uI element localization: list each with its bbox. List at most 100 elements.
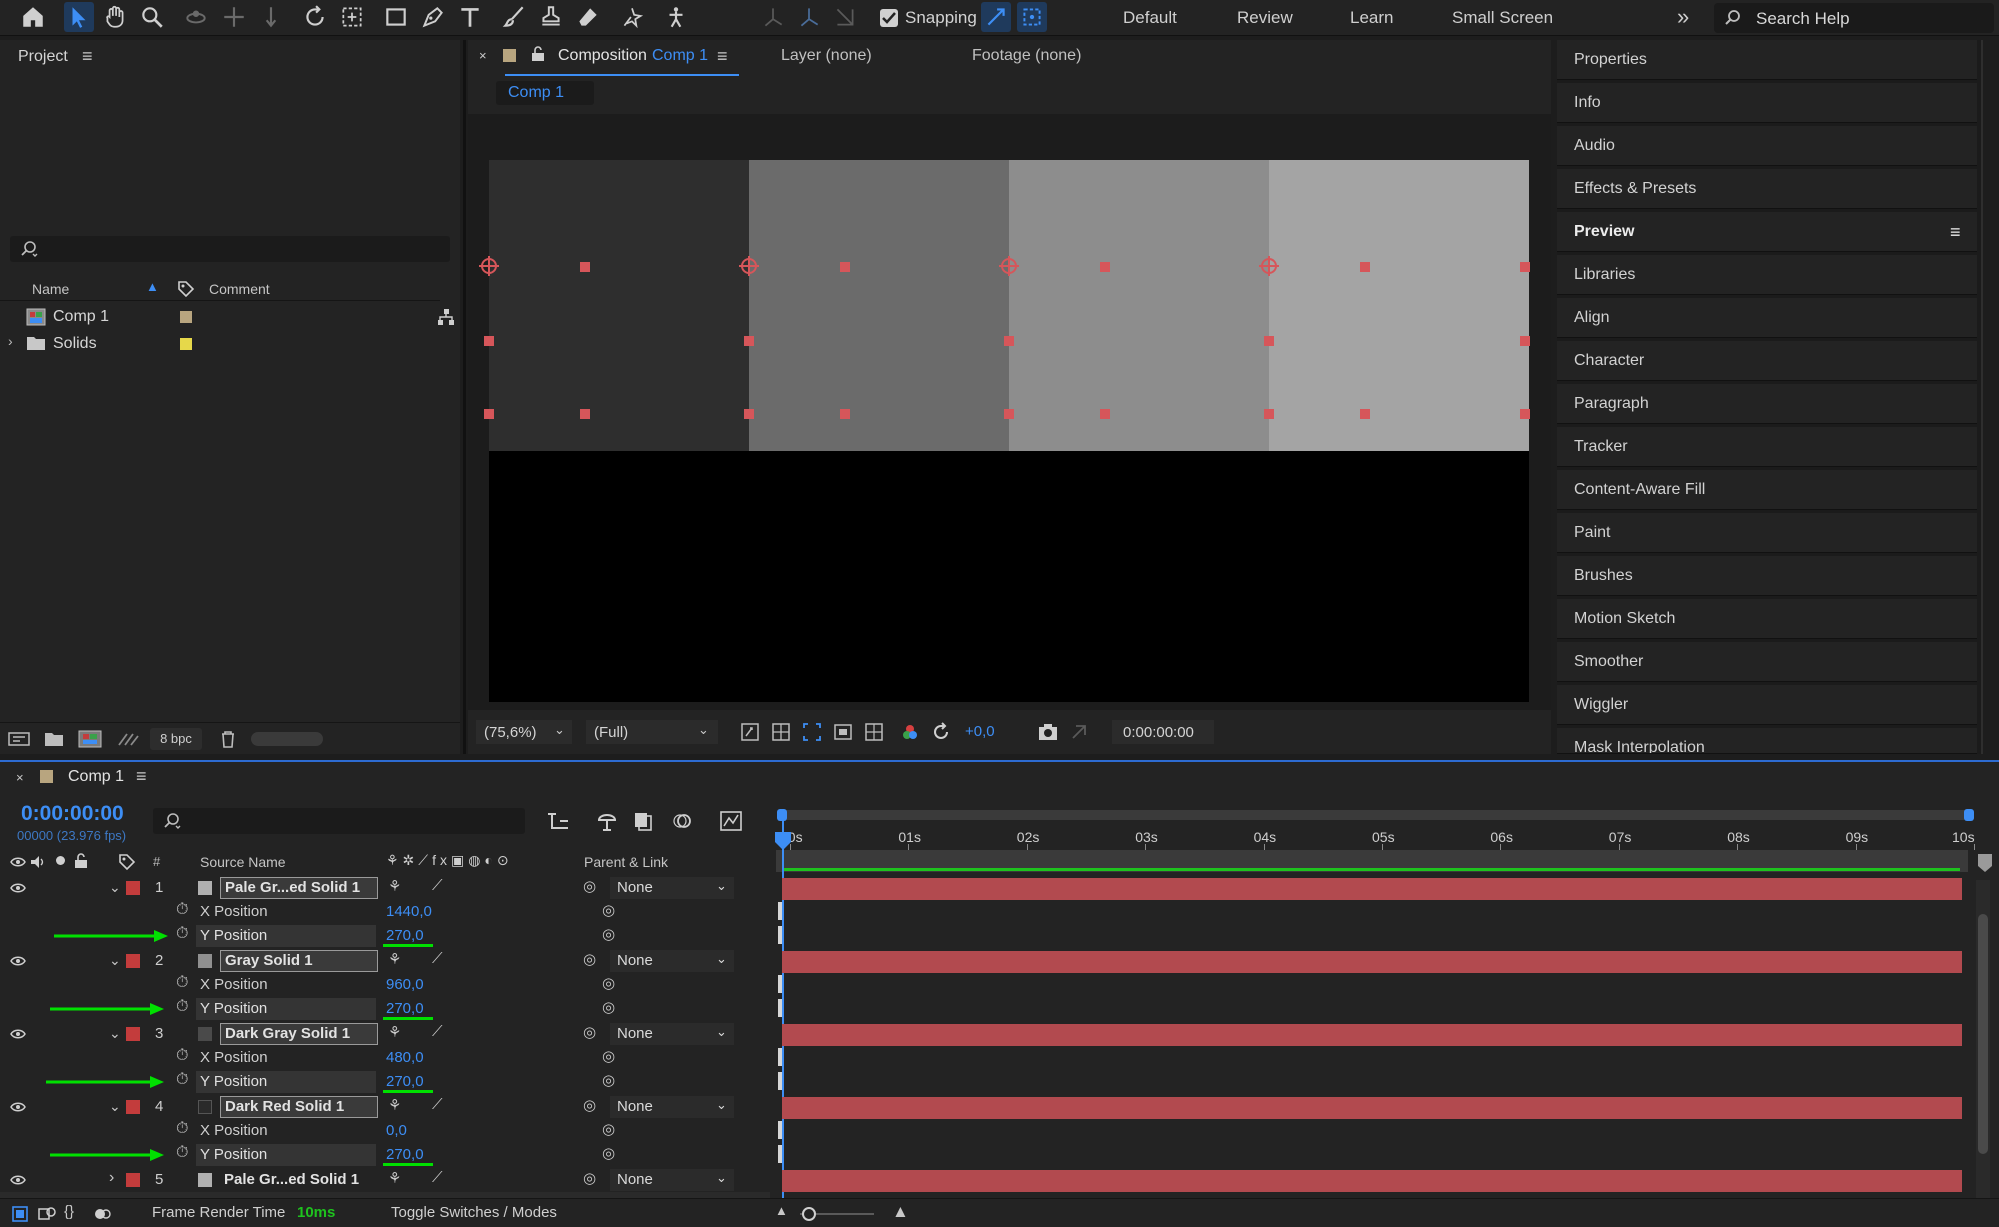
label-color-swatch[interactable] xyxy=(126,954,140,968)
time-navigator[interactable] xyxy=(777,809,1974,821)
comment-column-header[interactable]: Comment xyxy=(209,281,270,297)
layer-row[interactable]: ⌄ 1 Pale Gr...ed Solid 1 ⚘ ⟋ ◎ None ⌄ xyxy=(0,876,770,900)
stopwatch-icon[interactable]: ⏱ xyxy=(176,1120,188,1138)
zoom-out-icon[interactable]: ▲ xyxy=(775,1203,788,1218)
expand-arrow-icon[interactable]: › xyxy=(109,1169,114,1187)
draft-3d-icon[interactable] xyxy=(596,810,618,832)
quality-switch-icon[interactable]: ⟋ xyxy=(432,1169,443,1186)
layer-switches-toggle-icon[interactable] xyxy=(12,1206,28,1222)
quality-switch-icon[interactable]: ⟋ xyxy=(432,877,443,894)
y-position-value[interactable]: 270,0 xyxy=(386,1000,424,1017)
zoom-in-icon[interactable]: ▲ xyxy=(892,1202,909,1222)
expression-pick-whip-icon[interactable]: ◎ xyxy=(602,1047,615,1065)
layer-duration-bar[interactable] xyxy=(782,1097,1962,1119)
keyframe-marker[interactable] xyxy=(778,1121,782,1139)
color-channels-icon[interactable] xyxy=(900,722,920,742)
project-settings-icon[interactable] xyxy=(116,730,140,748)
panel-paragraph[interactable]: Paragraph xyxy=(1557,384,1977,424)
parent-dropdown[interactable]: None ⌄ xyxy=(610,877,734,899)
keyframe-marker[interactable] xyxy=(778,902,782,920)
stopwatch-icon[interactable]: ⏱ xyxy=(176,1144,188,1162)
hand-tool-icon[interactable] xyxy=(100,2,130,32)
magnification-dropdown[interactable]: (75,6%) ⌄ xyxy=(476,720,572,744)
timeline-search-input[interactable] xyxy=(153,808,525,834)
composition-viewer[interactable] xyxy=(468,114,1551,710)
chevron-down-icon[interactable]: ⌄ xyxy=(109,1025,121,1042)
label-color-swatch[interactable] xyxy=(126,1027,140,1041)
expression-pick-whip-icon[interactable]: ◎ xyxy=(602,1071,615,1089)
video-eye-icon[interactable] xyxy=(10,881,26,895)
property-row-x-position[interactable]: ⏱ X Position 960,0 ◎ xyxy=(0,973,770,997)
label-color-swatch[interactable] xyxy=(126,1173,140,1187)
quality-switch-icon[interactable]: ⟋ xyxy=(432,1023,443,1040)
label-color-swatch[interactable] xyxy=(126,1100,140,1114)
shy-switch-icon[interactable]: ⚘ xyxy=(388,1023,401,1041)
keyframe-marker[interactable] xyxy=(778,1048,782,1066)
expression-pick-whip-icon[interactable]: ◎ xyxy=(602,974,615,992)
pick-whip-icon[interactable]: ◎ xyxy=(583,877,596,895)
chevron-down-icon[interactable]: ⌄ xyxy=(109,1098,121,1115)
panel-align[interactable]: Align xyxy=(1557,298,1977,338)
close-tab-icon[interactable]: × xyxy=(479,48,487,63)
property-row-y-position[interactable]: ⏱ Y Position 270,0 ◎ xyxy=(0,1070,770,1094)
layer-name[interactable]: Dark Gray Solid 1 xyxy=(220,1023,378,1045)
time-graph[interactable]: 00s 01s 02s 03s 04s 05s 06s 07s 08s 09s 10s xyxy=(772,802,1975,1198)
label-tag-icon[interactable] xyxy=(118,853,136,871)
stopwatch-icon[interactable]: ⏱ xyxy=(176,1047,188,1065)
reset-exposure-icon[interactable] xyxy=(931,722,951,742)
close-tab-icon[interactable]: × xyxy=(16,770,24,785)
resolution-dropdown[interactable]: (Full) ⌄ xyxy=(586,720,718,744)
property-row-x-position[interactable]: ⏱ X Position 480,0 ◎ xyxy=(0,1046,770,1070)
panel-paint[interactable]: Paint xyxy=(1557,513,1977,553)
composition-mini-flowchart-icon[interactable] xyxy=(546,810,570,832)
shy-switch-icon[interactable]: ⚘ xyxy=(388,1096,401,1114)
stopwatch-icon[interactable]: ⏱ xyxy=(176,901,188,919)
type-tool-icon[interactable] xyxy=(455,2,485,32)
stopwatch-icon[interactable]: ⏱ xyxy=(176,925,188,943)
home-icon[interactable] xyxy=(18,2,48,32)
property-row-x-position[interactable]: ⏱ X Position 0,0 ◎ xyxy=(0,1119,770,1143)
layer-row[interactable]: ⌄ 2 Gray Solid 1 ⚘ ⟋ ◎ None ⌄ xyxy=(0,949,770,973)
timeline-scrollbar[interactable] xyxy=(1976,880,1990,1198)
lock-icon[interactable] xyxy=(531,46,545,62)
panel-audio[interactable]: Audio xyxy=(1557,126,1977,166)
current-time-display[interactable]: 0:00:00:00 xyxy=(1112,720,1214,744)
in-out-stretch-icon[interactable]: {} xyxy=(64,1203,74,1220)
pick-whip-icon[interactable]: ◎ xyxy=(583,1096,596,1114)
property-row-y-position[interactable]: ⏱ Y Position 270,0 ◎ xyxy=(0,997,770,1021)
label-color-swatch[interactable] xyxy=(180,338,192,350)
audio-speaker-icon[interactable] xyxy=(30,855,46,869)
parent-dropdown[interactable]: None ⌄ xyxy=(610,950,734,972)
expression-pick-whip-icon[interactable]: ◎ xyxy=(602,925,615,943)
x-position-value[interactable]: 0,0 xyxy=(386,1122,407,1139)
panel-tracker[interactable]: Tracker xyxy=(1557,427,1977,467)
panel-libraries[interactable]: Libraries xyxy=(1557,255,1977,295)
expand-arrow-icon[interactable]: › xyxy=(8,333,13,349)
transparency-grid-icon[interactable] xyxy=(771,722,791,742)
keyframe-marker[interactable] xyxy=(778,1145,782,1163)
pick-whip-icon[interactable]: ◎ xyxy=(583,1023,596,1041)
axis-world-icon[interactable] xyxy=(794,2,824,32)
frame-blending-icon[interactable] xyxy=(632,810,654,832)
property-row-y-position[interactable]: ⏱ Y Position 270,0 ◎ xyxy=(0,1143,770,1167)
panel-mask-interpolation[interactable]: Mask Interpolation xyxy=(1557,728,1977,754)
panel-wiggler[interactable]: Wiggler xyxy=(1557,685,1977,725)
composition-navigator-tab[interactable]: Comp 1 xyxy=(496,81,594,105)
panel-character[interactable]: Character xyxy=(1557,341,1977,381)
label-color-swatch[interactable] xyxy=(126,881,140,895)
fast-previews-icon[interactable] xyxy=(740,722,760,742)
brush-tool-icon[interactable] xyxy=(499,2,529,32)
mask-visibility-icon[interactable] xyxy=(833,722,853,742)
current-time-indicator[interactable] xyxy=(782,816,784,1198)
video-eye-icon[interactable] xyxy=(10,954,26,968)
timeline-current-time[interactable]: 0:00:00:00 xyxy=(21,802,124,826)
region-of-interest-icon[interactable] xyxy=(802,722,822,742)
y-position-value[interactable]: 270,0 xyxy=(386,927,424,944)
stopwatch-icon[interactable]: ⏱ xyxy=(176,998,188,1016)
name-column-header[interactable]: Name xyxy=(32,281,69,297)
snap-features-icon[interactable] xyxy=(1017,2,1047,32)
bit-depth-button[interactable]: 8 bpc xyxy=(150,728,202,750)
workspace-review[interactable]: Review xyxy=(1237,8,1293,28)
shy-switch-icon[interactable]: ⚘ xyxy=(388,877,401,895)
transfer-controls-icon[interactable] xyxy=(38,1206,56,1222)
